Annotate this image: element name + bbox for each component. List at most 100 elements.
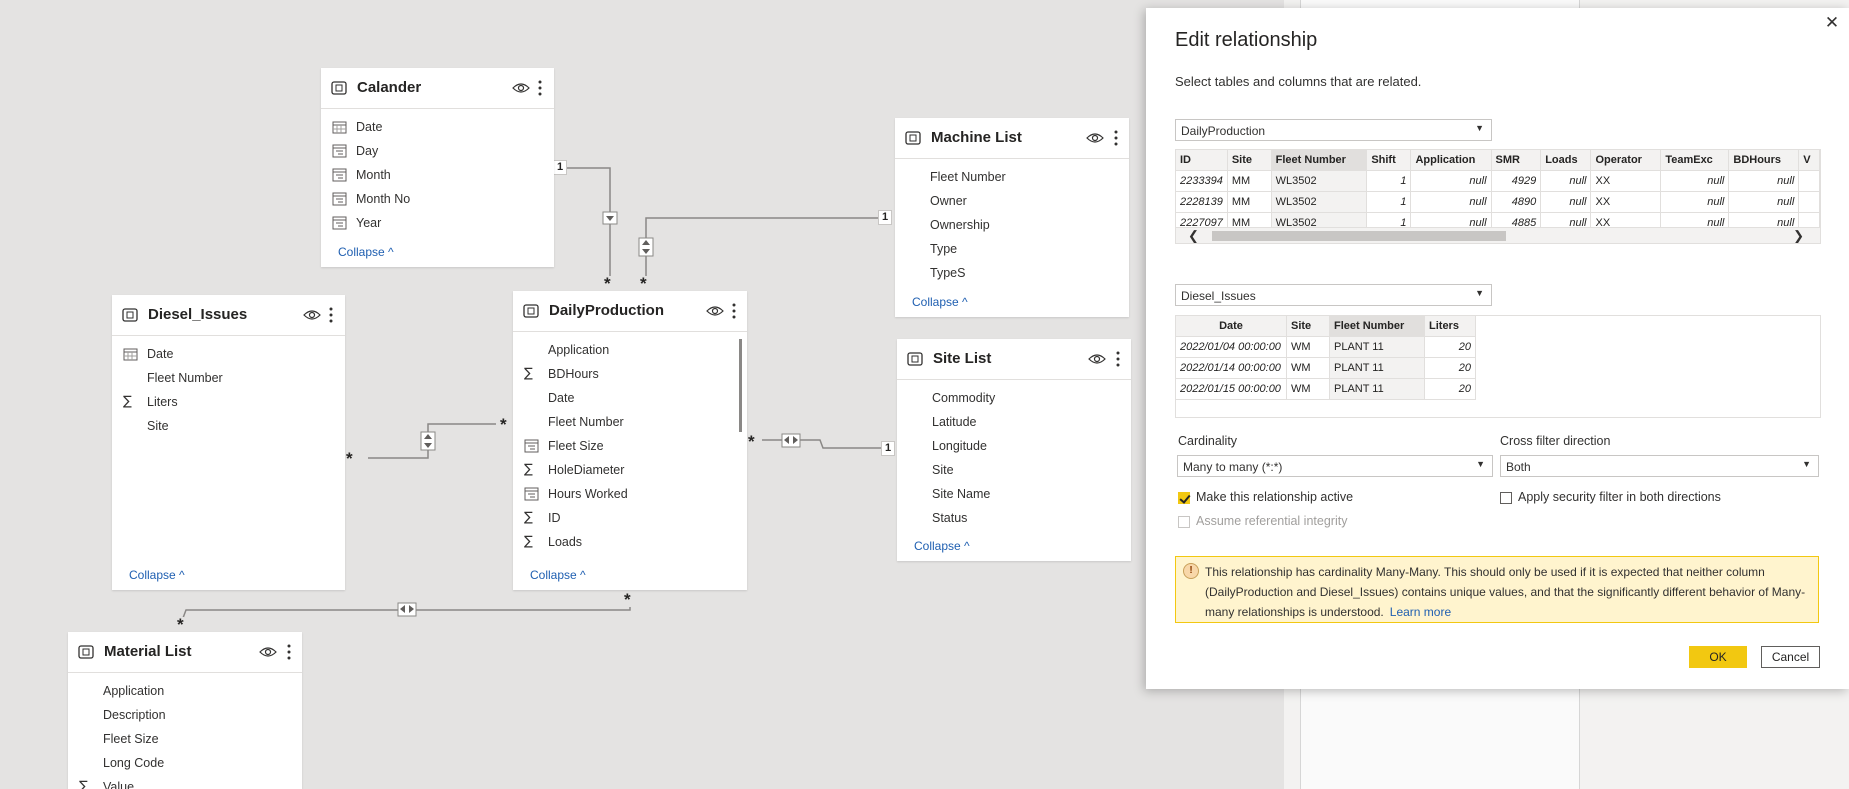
more-options-icon[interactable] — [731, 301, 737, 321]
column-header[interactable]: BDHours — [1728, 150, 1800, 171]
visibility-eye-icon[interactable] — [706, 303, 724, 319]
field-row[interactable]: Day — [321, 139, 554, 163]
column-header[interactable]: TeamExc — [1660, 150, 1730, 171]
field-row[interactable]: Owner — [895, 189, 1129, 213]
more-options-icon[interactable] — [537, 78, 543, 98]
field-row[interactable]: Status — [897, 506, 1131, 530]
table1-select[interactable]: DailyProduction ▼ — [1175, 119, 1492, 141]
more-options-icon[interactable] — [286, 642, 292, 662]
field-row[interactable]: ∑ Loads — [513, 530, 747, 554]
security-filter-checkbox[interactable] — [1500, 492, 1512, 504]
column-header[interactable]: Fleet Number — [1329, 316, 1425, 337]
table-card-header[interactable]: Material List — [68, 632, 302, 673]
table-card-header[interactable]: Machine List — [895, 118, 1129, 159]
more-options-icon[interactable] — [1113, 128, 1119, 148]
visibility-eye-icon[interactable] — [512, 80, 530, 96]
field-row[interactable]: Site — [112, 414, 345, 438]
field-row[interactable]: TypeS — [895, 261, 1129, 285]
field-row[interactable]: Date — [112, 342, 345, 366]
field-row[interactable]: Hours Worked — [513, 482, 747, 506]
field-row[interactable]: Type — [895, 237, 1129, 261]
field-row[interactable]: Description — [68, 703, 302, 727]
table1-preview-grid[interactable]: ID Site Fleet Number Shift Application S… — [1175, 149, 1821, 244]
table-card-machine-list[interactable]: Machine List Fleet Number Owner Ownershi… — [895, 118, 1129, 317]
table-card-header[interactable]: Site List — [897, 339, 1131, 380]
visibility-eye-icon[interactable] — [1088, 351, 1106, 367]
active-relationship-checkbox[interactable] — [1178, 492, 1190, 504]
table-title: Machine List — [931, 129, 1022, 146]
field-row[interactable]: Month No — [321, 187, 554, 211]
table-card-calander[interactable]: Calander Date Day Month Month No Year Co… — [321, 68, 554, 267]
scroll-left-icon[interactable]: ❮ — [1188, 228, 1199, 243]
table-card-material-list[interactable]: Material List Application Description Fl… — [68, 632, 302, 789]
table-card-site-list[interactable]: Site List Commodity Latitude Longitude S… — [897, 339, 1131, 561]
visibility-eye-icon[interactable] — [259, 644, 277, 660]
field-row[interactable]: Application — [513, 338, 747, 362]
field-row[interactable]: Ownership — [895, 213, 1129, 237]
field-row[interactable]: ∑ Value — [68, 775, 302, 789]
ok-button[interactable]: OK — [1689, 646, 1747, 668]
field-row[interactable]: ∑ BDHours — [513, 362, 747, 386]
field-row[interactable]: Long Code — [68, 751, 302, 775]
field-row[interactable]: Application — [68, 679, 302, 703]
collapse-link[interactable]: Collapse ^ — [912, 295, 968, 309]
column-header[interactable]: Operator — [1590, 150, 1662, 171]
column-header[interactable]: Site — [1227, 150, 1272, 171]
column-header[interactable]: SMR — [1491, 150, 1542, 171]
column-header[interactable]: ID — [1176, 150, 1228, 171]
collapse-link[interactable]: Collapse ^ — [914, 539, 970, 553]
field-row[interactable]: Fleet Number — [112, 366, 345, 390]
field-row[interactable]: Fleet Number — [895, 165, 1129, 189]
field-row[interactable]: Date — [321, 115, 554, 139]
field-row[interactable]: ∑ HoleDiameter — [513, 458, 747, 482]
column-header[interactable]: Date — [1176, 316, 1287, 337]
field-row[interactable]: Date — [513, 386, 747, 410]
close-icon[interactable]: ✕ — [1823, 14, 1841, 32]
column-header[interactable]: Fleet Number — [1271, 150, 1368, 171]
column-header[interactable]: Application — [1410, 150, 1492, 171]
column-header[interactable]: Shift — [1366, 150, 1412, 171]
collapse-link[interactable]: Collapse ^ — [129, 568, 185, 582]
column-header[interactable]: Liters — [1424, 316, 1476, 337]
column-header[interactable]: Loads — [1540, 150, 1592, 171]
scroll-thumb[interactable] — [1212, 231, 1506, 241]
visibility-eye-icon[interactable] — [303, 307, 321, 323]
field-row[interactable]: ∑ Liters — [112, 390, 345, 414]
model-canvas[interactable]: 1 * * 1 * * * 1 * * Calander Date Day Mo… — [0, 0, 1284, 789]
referential-integrity-checkbox[interactable] — [1178, 516, 1190, 528]
column-header[interactable]: V — [1798, 150, 1820, 171]
scroll-right-icon[interactable]: ❯ — [1793, 228, 1804, 243]
more-options-icon[interactable] — [1115, 349, 1121, 369]
cardinality-many-marker: * — [604, 274, 611, 293]
field-row[interactable]: Month — [321, 163, 554, 187]
field-row[interactable]: Longitude — [897, 434, 1131, 458]
table-card-daily-production[interactable]: DailyProduction Application ∑ BDHours Dat… — [513, 291, 747, 590]
cancel-button[interactable]: Cancel — [1761, 646, 1820, 668]
learn-more-link[interactable]: Learn more — [1390, 605, 1451, 619]
table-icon — [905, 131, 921, 145]
collapse-link[interactable]: Collapse ^ — [530, 568, 586, 582]
table-card-header[interactable]: Calander — [321, 68, 554, 109]
collapse-link[interactable]: Collapse ^ — [338, 245, 394, 259]
table2-select[interactable]: Diesel_Issues ▼ — [1175, 284, 1492, 306]
table-card-header[interactable]: Diesel_Issues — [112, 295, 345, 336]
field-row[interactable]: Site — [897, 458, 1131, 482]
field-row[interactable]: Fleet Number — [513, 410, 747, 434]
visibility-eye-icon[interactable] — [1086, 130, 1104, 146]
field-row[interactable]: Latitude — [897, 410, 1131, 434]
field-row[interactable]: Site Name — [897, 482, 1131, 506]
column-header[interactable]: Site — [1286, 316, 1330, 337]
table-card-header[interactable]: DailyProduction — [513, 291, 747, 332]
cross-filter-select[interactable]: Both ▼ — [1500, 455, 1819, 477]
table1-horizontal-scrollbar[interactable]: ❮ ❯ — [1176, 227, 1820, 243]
field-row[interactable]: ∑ ID — [513, 506, 747, 530]
table2-preview-grid[interactable]: Date Site Fleet Number Liters 2022/01/04… — [1175, 315, 1821, 418]
more-options-icon[interactable] — [328, 305, 334, 325]
field-row[interactable]: Fleet Size — [513, 434, 747, 458]
field-row[interactable]: Commodity — [897, 386, 1131, 410]
field-row[interactable]: Fleet Size — [68, 727, 302, 751]
field-row[interactable]: Year — [321, 211, 554, 235]
field-label: Year — [356, 216, 382, 230]
table-card-diesel-issues[interactable]: Diesel_Issues Date Fleet Number ∑ Liters … — [112, 295, 345, 590]
cardinality-select[interactable]: Many to many (*:*) ▼ — [1177, 455, 1493, 477]
